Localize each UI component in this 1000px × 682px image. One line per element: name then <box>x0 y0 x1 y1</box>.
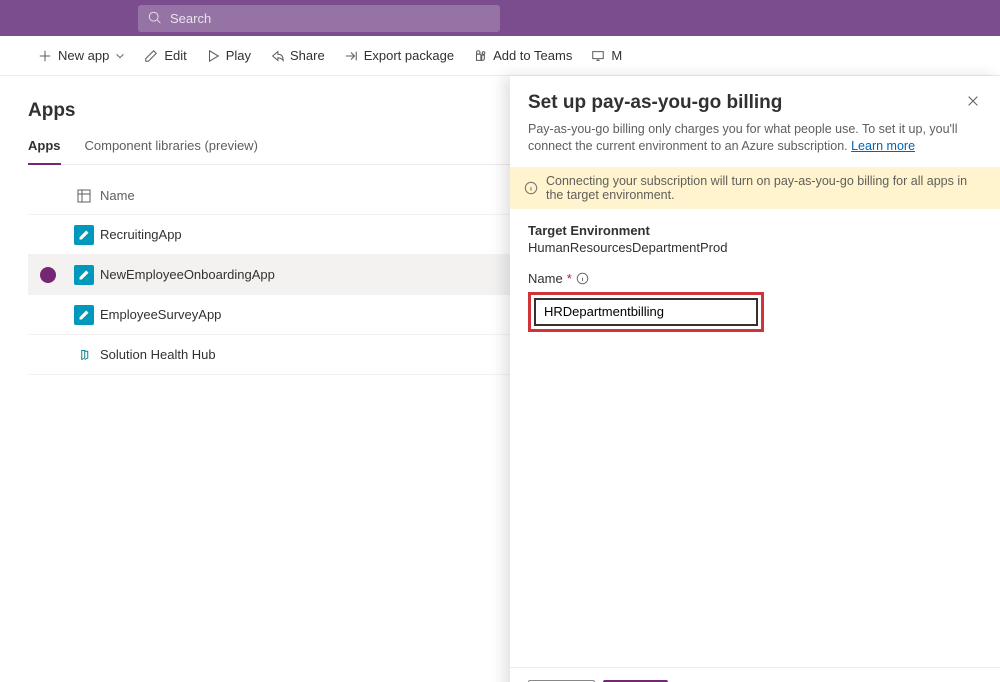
name-field-highlight <box>528 292 764 332</box>
add-to-teams-button[interactable]: Add to Teams <box>464 36 581 75</box>
play-label: Play <box>226 48 251 63</box>
canvas-app-icon <box>74 265 94 285</box>
share-icon <box>270 49 284 63</box>
edit-label: Edit <box>164 48 186 63</box>
column-icon <box>76 188 92 204</box>
checkmark-icon <box>40 267 56 283</box>
tab-apps[interactable]: Apps <box>28 138 61 165</box>
tab-component-libraries[interactable]: Component libraries (preview) <box>85 138 258 165</box>
teams-label: Add to Teams <box>493 48 572 63</box>
share-button[interactable]: Share <box>261 36 334 75</box>
search-box[interactable] <box>138 5 500 32</box>
play-button[interactable]: Play <box>197 36 260 75</box>
info-text: Connecting your subscription will turn o… <box>546 174 986 202</box>
learn-more-link[interactable]: Learn more <box>851 139 915 153</box>
close-icon <box>966 94 980 108</box>
edit-button[interactable]: Edit <box>135 36 195 75</box>
panel-description: Pay-as-you-go billing only charges you f… <box>528 121 982 155</box>
pencil-icon <box>144 49 158 63</box>
info-icon <box>524 181 538 195</box>
export-label: Export package <box>364 48 454 63</box>
info-bar: Connecting your subscription will turn o… <box>510 167 1000 209</box>
header-bar <box>0 0 1000 36</box>
info-icon <box>576 272 589 285</box>
env-value: HumanResourcesDepartmentProd <box>528 240 982 255</box>
share-label: Share <box>290 48 325 63</box>
more-truncated[interactable]: M <box>582 36 631 75</box>
new-app-button[interactable]: New app <box>29 36 134 75</box>
play-icon <box>206 49 220 63</box>
more-label: M <box>611 48 622 63</box>
export-button[interactable]: Export package <box>335 36 463 75</box>
name-label: Name <box>528 271 563 286</box>
canvas-app-icon <box>74 225 94 245</box>
new-app-label: New app <box>58 48 109 63</box>
search-input[interactable] <box>170 11 500 26</box>
close-button[interactable] <box>964 92 982 115</box>
plus-icon <box>38 49 52 63</box>
monitor-icon <box>591 49 605 63</box>
teams-icon <box>473 49 487 63</box>
required-mark: * <box>567 271 572 286</box>
chevron-down-icon <box>115 51 125 61</box>
name-input[interactable] <box>534 298 758 326</box>
canvas-app-icon <box>74 305 94 325</box>
env-label: Target Environment <box>528 223 982 238</box>
search-icon <box>148 11 162 25</box>
panel-title: Set up pay-as-you-go billing <box>528 92 782 114</box>
health-icon <box>74 345 94 365</box>
command-bar: New app Edit Play Share Export package A… <box>0 36 1000 76</box>
export-icon <box>344 49 358 63</box>
billing-panel: Set up pay-as-you-go billing Pay-as-you-… <box>510 76 1000 682</box>
